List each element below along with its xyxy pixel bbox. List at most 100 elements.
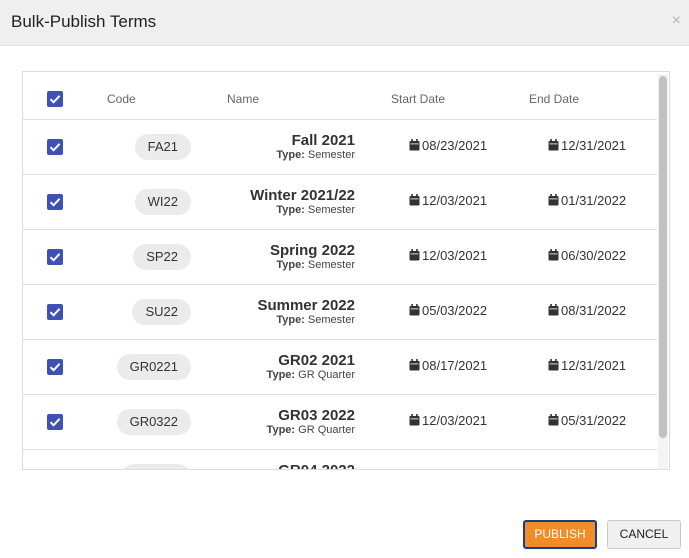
table-scrollbar[interactable]: [658, 74, 668, 469]
calendar-icon: [409, 194, 420, 206]
term-name-cell: Spring 2022 Type: Semester: [270, 242, 355, 272]
checkmark-icon: [49, 253, 61, 262]
calendar-icon: [548, 304, 559, 316]
term-type-label: Type:: [276, 259, 305, 271]
calendar-icon: [409, 359, 420, 371]
term-name: Spring 2022: [269, 242, 355, 259]
calendar-icon: [409, 414, 420, 426]
start-date: 08/17/2021: [409, 358, 487, 373]
checkmark-icon: [49, 308, 61, 317]
header-end-date[interactable]: End Date: [529, 92, 579, 106]
end-date-value: 08/31/2022: [561, 303, 627, 318]
row-checkbox[interactable]: [47, 414, 63, 430]
close-icon[interactable]: ×: [672, 12, 681, 30]
row-checkbox[interactable]: [47, 139, 63, 155]
term-type-value: GR Quarter: [298, 369, 355, 381]
table-header: Code Name Start Date End Date: [23, 72, 657, 120]
end-date: 01/31/2022: [548, 193, 626, 208]
code-chip: [121, 464, 191, 469]
term-name-cell: GR02 2021 Type: GR Quarter: [267, 352, 355, 382]
term-name: GR02 2021: [278, 352, 355, 369]
term-name: Winter 2021/22: [250, 187, 355, 204]
dialog-title: Bulk-Publish Terms: [11, 12, 157, 31]
start-date-value: 05/03/2022: [422, 303, 488, 318]
term-type: Type: Semester: [276, 149, 355, 162]
scrollbar-thumb[interactable]: [659, 76, 667, 438]
term-type-label: Type:: [276, 204, 305, 216]
calendar-icon: [548, 249, 559, 261]
term-name-cell: Fall 2021 Type: Semester: [276, 132, 355, 162]
end-date: 06/30/2022: [548, 248, 626, 263]
term-name-cell: Winter 2021/22 Type: Semester: [250, 187, 355, 217]
end-date: 05/31/2022: [548, 413, 626, 428]
start-date: [409, 468, 422, 469]
term-name: Summer 2022: [257, 297, 355, 314]
term-type-value: Semester: [307, 259, 355, 271]
row-checkbox[interactable]: [47, 304, 63, 320]
term-type-label: Type:: [276, 314, 305, 326]
start-date: 12/03/2021: [409, 413, 487, 428]
term-type: Type: Semester: [257, 314, 355, 327]
term-type-label: Type:: [266, 369, 296, 381]
end-date: [548, 468, 561, 469]
calendar-icon: [548, 194, 559, 206]
checkmark-icon: [49, 418, 61, 427]
term-type: Type: Semester: [270, 259, 355, 272]
header-name[interactable]: Name: [227, 92, 259, 106]
calendar-icon: [409, 304, 420, 316]
row-checkbox[interactable]: [47, 194, 63, 210]
code-chip: GR0322: [116, 409, 191, 435]
code-chip: SU22: [132, 299, 191, 325]
calendar-icon: [409, 139, 420, 151]
calendar-icon: [548, 359, 559, 371]
end-date: 12/31/2021: [548, 358, 626, 373]
code-chip: WI22: [134, 189, 191, 215]
term-type-value: Semester: [307, 149, 355, 161]
header-start-date[interactable]: Start Date: [391, 92, 445, 106]
term-type-label: Type:: [266, 424, 296, 436]
term-name: GR04 2022: [278, 462, 355, 469]
end-date-value: 06/30/2022: [561, 248, 627, 263]
code-chip: FA21: [134, 134, 191, 160]
start-date: 12/03/2021: [409, 193, 487, 208]
end-date: 08/31/2022: [548, 303, 626, 318]
term-type-value: Semester: [307, 314, 355, 326]
start-date-value: 12/03/2021: [422, 248, 488, 263]
start-date-value: 12/03/2021: [422, 193, 488, 208]
checkmark-icon: [49, 143, 61, 152]
calendar-icon: [548, 139, 559, 151]
header-code[interactable]: Code: [107, 92, 136, 106]
row-checkbox[interactable]: [47, 249, 63, 265]
table-row[interactable]: GR0322 GR03 2022 Type: GR Quarter 12/03/202…: [23, 395, 657, 450]
table-row[interactable]: FA21 Fall 2021 Type: Semester 08/23/2021 12/…: [23, 120, 657, 175]
cancel-button[interactable]: CANCEL: [607, 520, 681, 549]
terms-table-viewport: Code Name Start Date End Date FA21 Fall 2…: [23, 72, 657, 469]
end-date-value: 05/31/2022: [561, 413, 627, 428]
table-row[interactable]: SP22 Spring 2022 Type: Semester 12/03/2021 0…: [23, 230, 657, 285]
publish-button[interactable]: PUBLISH: [523, 520, 597, 549]
end-date-value: 12/31/2021: [561, 358, 627, 373]
code-chip: GR0221: [116, 354, 191, 380]
start-date: 05/03/2022: [409, 303, 487, 318]
term-type-value: GR Quarter: [298, 424, 355, 436]
end-date-value: 12/31/2021: [561, 138, 627, 153]
start-date: 08/23/2021: [409, 138, 487, 153]
term-type: Type: GR Quarter: [267, 369, 355, 382]
select-all-checkbox[interactable]: [47, 91, 63, 107]
term-name-cell: GR04 2022: [278, 462, 355, 469]
term-name: Fall 2021: [291, 132, 355, 149]
end-date-value: 01/31/2022: [561, 193, 627, 208]
checkmark-icon: [49, 95, 61, 104]
table-row[interactable]: WI22 Winter 2021/22 Type: Semester 12/03/20…: [23, 175, 657, 230]
table-row[interactable]: GR0221 GR02 2021 Type: GR Quarter 08/17/202…: [23, 340, 657, 395]
term-type: Type: GR Quarter: [267, 424, 355, 437]
term-name-cell: Summer 2022 Type: Semester: [257, 297, 355, 327]
table-row[interactable]: GR04 2022: [23, 450, 657, 469]
row-checkbox[interactable]: [47, 359, 63, 375]
start-date-value: 12/03/2021: [422, 413, 488, 428]
dialog-header: Bulk-Publish Terms ×: [0, 0, 689, 46]
table-row[interactable]: SU22 Summer 2022 Type: Semester 05/03/2022 0…: [23, 285, 657, 340]
term-type-value: Semester: [307, 204, 355, 216]
terms-table: Code Name Start Date End Date FA21 Fall 2…: [22, 71, 670, 470]
checkmark-icon: [49, 363, 61, 372]
